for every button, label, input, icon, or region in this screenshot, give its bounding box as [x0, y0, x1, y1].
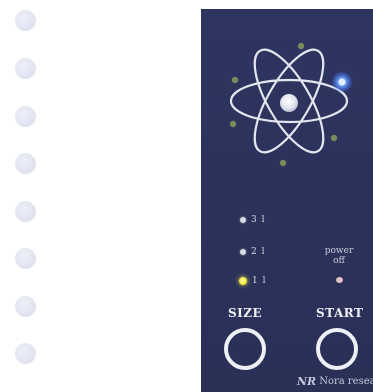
brand-mark: NR Nora researc	[297, 375, 373, 388]
level-led-1: 1 l	[239, 276, 266, 286]
nucleus-icon	[280, 94, 298, 112]
side-dot-6	[15, 248, 36, 269]
electron-icon	[229, 120, 237, 128]
electron-icon	[279, 159, 287, 167]
size-label: SIZE	[228, 306, 263, 320]
side-dot-3	[15, 106, 36, 127]
electron-icon	[330, 134, 338, 142]
led-label-1: 1 l	[252, 276, 267, 286]
level-led-2: 2 l	[240, 247, 265, 257]
electron-icon	[231, 76, 239, 84]
atom-icon	[229, 42, 353, 167]
photo-stage: 3 l 2 l 1 l power off SIZE START NR Nora…	[0, 0, 373, 392]
power-led	[336, 277, 343, 283]
brand-name: Nora researc	[319, 376, 373, 387]
size-button[interactable]	[224, 328, 266, 370]
power-off-label: power off	[324, 246, 354, 266]
side-dot-8	[15, 343, 36, 364]
led-indicator-2	[240, 249, 246, 255]
led-indicator-1-lit	[239, 277, 247, 285]
side-dot-4	[15, 153, 36, 174]
led-label-2: 2 l	[251, 247, 266, 257]
led-label-3: 3 l	[251, 215, 266, 225]
side-dot-1	[15, 10, 36, 31]
blue-indicator-light	[338, 78, 346, 86]
side-dot-5	[15, 201, 36, 222]
start-button[interactable]	[316, 328, 358, 370]
start-label: START	[316, 306, 364, 320]
brand-logo: NR	[297, 375, 317, 388]
led-indicator-3	[240, 217, 246, 223]
device-control-panel: 3 l 2 l 1 l power off SIZE START NR Nora…	[201, 9, 373, 392]
electron-icon	[297, 42, 305, 50]
level-led-3: 3 l	[240, 215, 265, 225]
side-dot-2	[15, 58, 36, 79]
side-dot-7	[15, 296, 36, 317]
